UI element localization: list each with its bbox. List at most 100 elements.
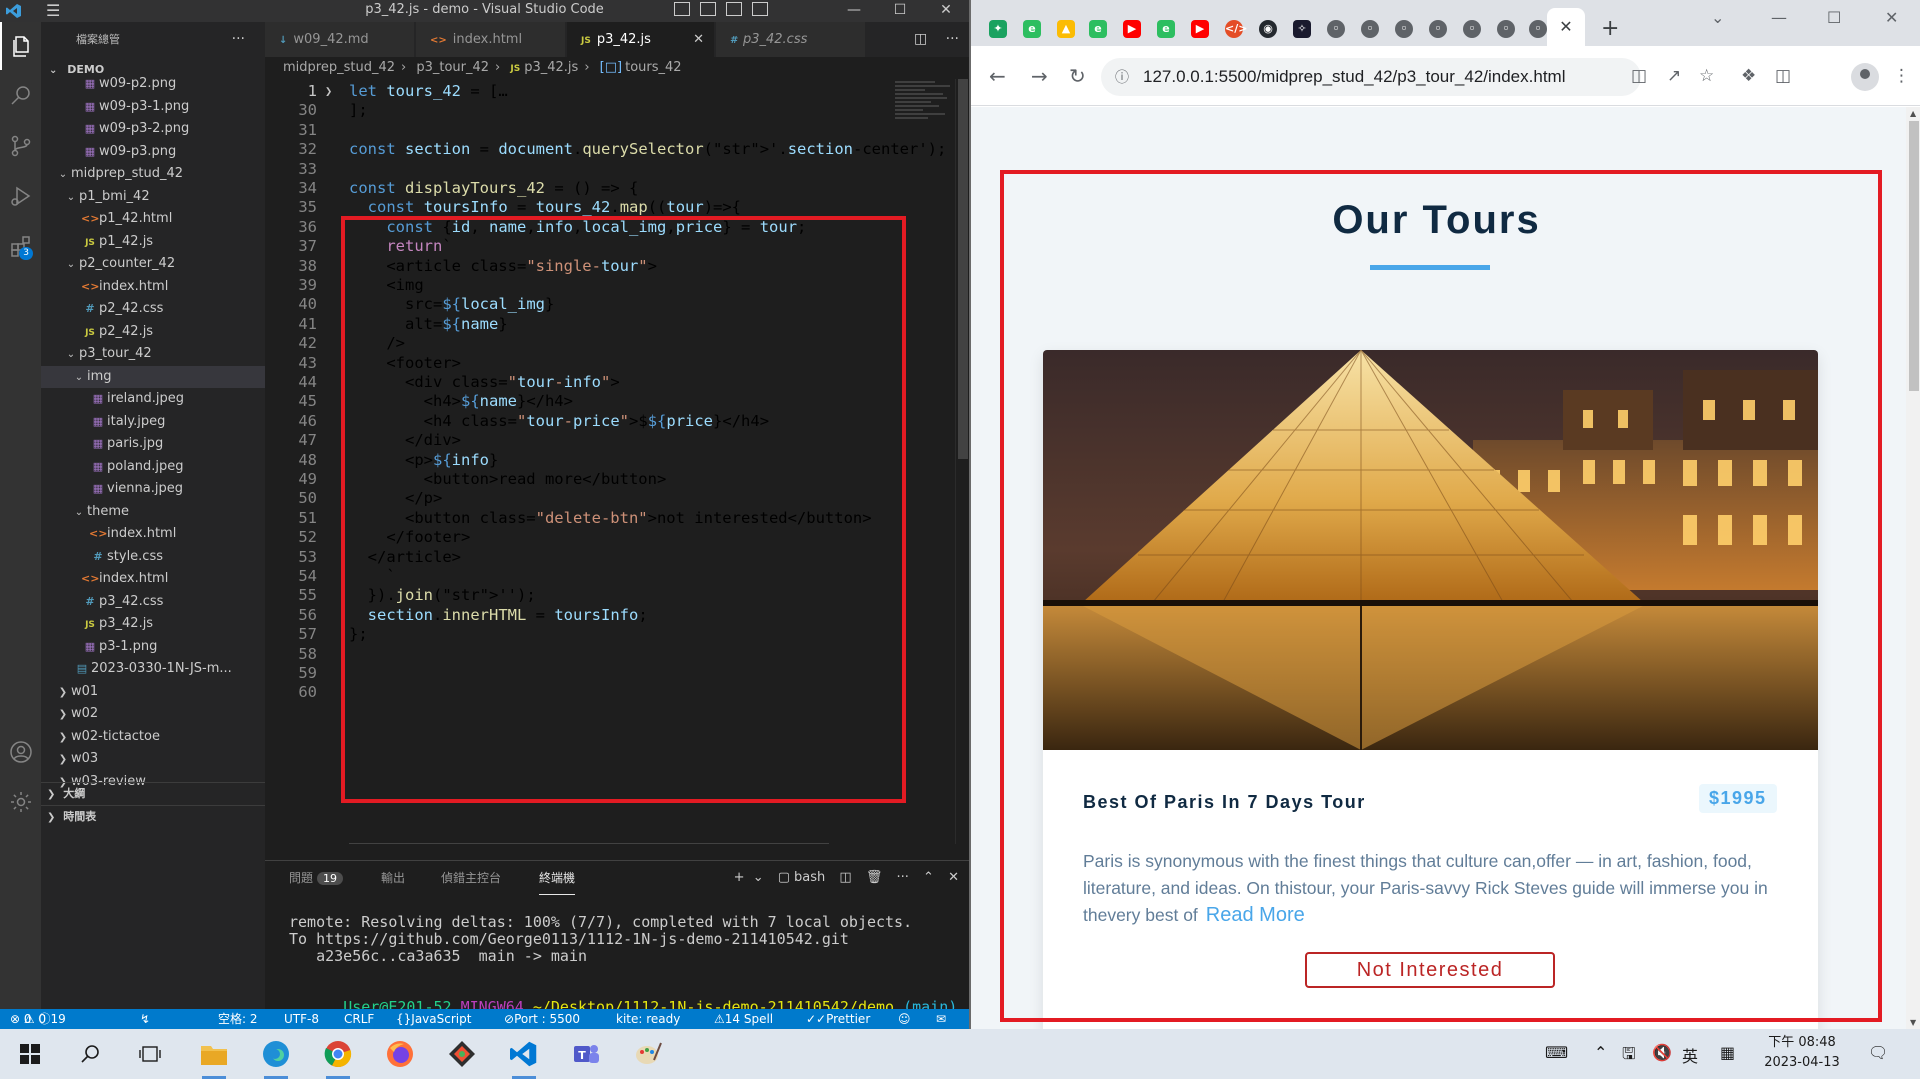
maximize-panel-icon[interactable]: ⌃ xyxy=(923,870,934,885)
close-icon[interactable]: ✕ xyxy=(923,0,969,22)
chrome-browser-icon[interactable] xyxy=(322,1038,354,1079)
tab-search-icon[interactable]: ⌄ xyxy=(1711,8,1724,27)
breadcrumb-item[interactable]: tours_42 xyxy=(625,60,681,75)
code-line[interactable]: 60 xyxy=(265,680,945,704)
tab-debug-console[interactable]: 偵錯主控台 xyxy=(441,861,501,895)
tab-favicon-icon[interactable]: ✦ xyxy=(989,20,1007,38)
share-icon[interactable]: ↗ xyxy=(1667,66,1681,86)
forward-icon[interactable]: → xyxy=(1031,64,1048,88)
globe-tab-icon[interactable]: ◦ xyxy=(1463,20,1481,38)
chrome-menu-icon[interactable]: ⋮ xyxy=(1893,66,1910,86)
profile-avatar[interactable] xyxy=(1851,63,1879,91)
ime-indicator[interactable]: 英 xyxy=(1682,1043,1698,1067)
extensions-puzzle-icon[interactable]: ❖ xyxy=(1741,66,1756,86)
tree-file[interactable]: ▦ w09-p2.png xyxy=(41,73,265,95)
timeline-section[interactable]: ❯ 時間表 xyxy=(41,805,265,827)
ime-mode-icon[interactable]: ▦ xyxy=(1720,1043,1735,1062)
extensions-icon[interactable]: 3 xyxy=(0,222,41,270)
globe-tab-icon[interactable]: ◦ xyxy=(1395,20,1413,38)
tab-p3-js[interactable]: JS p3_42.js ✕ xyxy=(567,22,715,57)
minimize-icon[interactable]: — xyxy=(831,0,877,22)
editor-horizontal-scrollbar[interactable] xyxy=(349,843,829,844)
system-clock[interactable]: 下午 08:48 2023-04-13 xyxy=(1762,1033,1842,1073)
kite-status[interactable]: kite: ready xyxy=(616,1009,680,1029)
breadcrumb-item[interactable]: p3_tour_42 xyxy=(416,60,489,75)
source-control-icon[interactable] xyxy=(0,122,41,170)
keyboard-icon[interactable]: ⌨ xyxy=(1545,1043,1568,1062)
globe-tab-icon[interactable]: ◦ xyxy=(1429,20,1447,38)
run-debug-icon[interactable] xyxy=(0,172,41,220)
youtube-tab-icon[interactable]: ▶ xyxy=(1191,20,1209,38)
close-tab-icon[interactable]: ✕ xyxy=(693,22,704,57)
search-icon[interactable] xyxy=(74,1038,106,1070)
file-explorer-icon[interactable] xyxy=(198,1038,230,1079)
tree-folder[interactable]: ⌄ p3_tour_42 xyxy=(41,343,265,365)
explorer-more-icon[interactable]: ··· xyxy=(232,22,245,57)
breadcrumb-item[interactable]: p3_42.js xyxy=(524,60,578,75)
scroll-up-icon[interactable]: ▲ xyxy=(1910,109,1916,118)
tree-file[interactable]: ▤ 2023-0330-1N-JS-m... xyxy=(41,658,265,680)
eol-status[interactable]: CRLF xyxy=(344,1009,374,1029)
problems-status[interactable]: ⊗ 0 ⚠ 0 ⓘ 19 xyxy=(10,1009,66,1029)
toggle-panel-icon[interactable] xyxy=(700,2,716,16)
tree-file[interactable]: ▦ w09-p3-2.png xyxy=(41,118,265,140)
tree-folder[interactable]: ❯ w01 xyxy=(41,681,265,703)
split-terminal-icon[interactable]: ◫ xyxy=(839,870,851,885)
account-icon[interactable] xyxy=(0,728,41,776)
globe-tab-icon[interactable]: ◦ xyxy=(1497,20,1515,38)
minimize-icon[interactable]: — xyxy=(1771,8,1787,27)
tree-folder[interactable]: ⌄ img xyxy=(41,365,265,388)
indentation-status[interactable]: 空格: 2 xyxy=(218,1009,258,1029)
tab-p3-css[interactable]: # p3_42.css xyxy=(716,22,866,57)
scroll-down-icon[interactable]: ▼ xyxy=(1910,1018,1916,1027)
settings-gear-icon[interactable] xyxy=(0,778,41,826)
spell-status[interactable]: ⚠ 14 Spell xyxy=(714,1009,773,1029)
show-hidden-icons-chevron-icon[interactable]: ⌃ xyxy=(1594,1043,1607,1062)
app-tab-icon[interactable]: ✧ xyxy=(1293,20,1311,38)
tree-file[interactable]: ▦ ireland.jpeg xyxy=(41,388,265,410)
code-tab-icon[interactable]: </> xyxy=(1225,20,1247,38)
tab-output[interactable]: 輸出 xyxy=(381,861,405,895)
tree-folder[interactable]: ⌄ theme xyxy=(41,501,265,523)
tree-file[interactable]: JS p2_42.js xyxy=(41,321,265,343)
globe-tab-icon[interactable]: ◦ xyxy=(1361,20,1379,38)
scrollbar-thumb[interactable] xyxy=(958,79,968,459)
tree-folder[interactable]: ⌄ p2_counter_42 xyxy=(41,253,265,275)
customize-layout-icon[interactable] xyxy=(752,2,768,16)
github-tab-icon[interactable]: ◉ xyxy=(1259,20,1277,38)
network-icon[interactable]: 🖫 xyxy=(1622,1043,1636,1070)
edge-browser-icon[interactable] xyxy=(260,1038,292,1079)
tree-file[interactable]: <>index.html xyxy=(41,523,265,545)
read-more-button[interactable]: Read More xyxy=(1206,904,1305,927)
tree-file[interactable]: ▦ paris.jpg xyxy=(41,433,265,455)
new-tab-icon[interactable]: + xyxy=(1601,16,1619,41)
youtube-tab-icon[interactable]: ▶ xyxy=(1123,20,1141,38)
close-icon[interactable]: ✕ xyxy=(1885,8,1898,27)
editor-vertical-scrollbar[interactable] xyxy=(955,79,969,844)
sync-icon[interactable]: ↯ xyxy=(140,1009,150,1029)
explorer-icon[interactable] xyxy=(0,22,41,70)
language-status[interactable]: {} JavaScript xyxy=(396,1009,471,1029)
teams-icon[interactable]: T xyxy=(570,1038,602,1070)
tree-file[interactable]: ▦ w09-p3-1.png xyxy=(41,96,265,118)
side-panel-icon[interactable]: ◫ xyxy=(1775,66,1791,86)
tree-file[interactable]: <>index.html xyxy=(41,276,265,298)
tree-file[interactable]: JS p3_42.js xyxy=(41,613,265,635)
breadcrumb-item[interactable]: midprep_stud_42 xyxy=(283,60,395,75)
prettier-status[interactable]: ✓✓ Prettier xyxy=(806,1009,870,1029)
bookmark-star-icon[interactable]: ☆ xyxy=(1699,66,1714,86)
tree-file[interactable]: # style.css xyxy=(41,546,265,568)
account-status-icon[interactable]: ☺ xyxy=(898,1009,911,1029)
split-editor-icon[interactable]: ◫ xyxy=(914,31,927,47)
search-icon[interactable] xyxy=(0,72,41,120)
outline-section[interactable]: ❯ 大綱 xyxy=(41,782,265,804)
tree-file[interactable]: # p3_42.css xyxy=(41,591,265,613)
google-drive-tab-icon[interactable]: ▲ xyxy=(1057,20,1075,38)
tree-folder[interactable]: ⌄ midprep_stud_42 xyxy=(41,163,265,185)
minimap[interactable] xyxy=(895,79,955,199)
evernote-tab-icon[interactable]: e xyxy=(1089,20,1107,38)
tree-file[interactable]: ▦ w09-p3.png xyxy=(41,141,265,163)
tree-folder[interactable]: ❯ w02-tictactoe xyxy=(41,726,265,748)
new-terminal-icon[interactable]: + xyxy=(734,870,745,885)
code-editor[interactable]: 1 ❯ let tours_42 = [… 30]; 31 32 const section… xyxy=(265,79,969,844)
